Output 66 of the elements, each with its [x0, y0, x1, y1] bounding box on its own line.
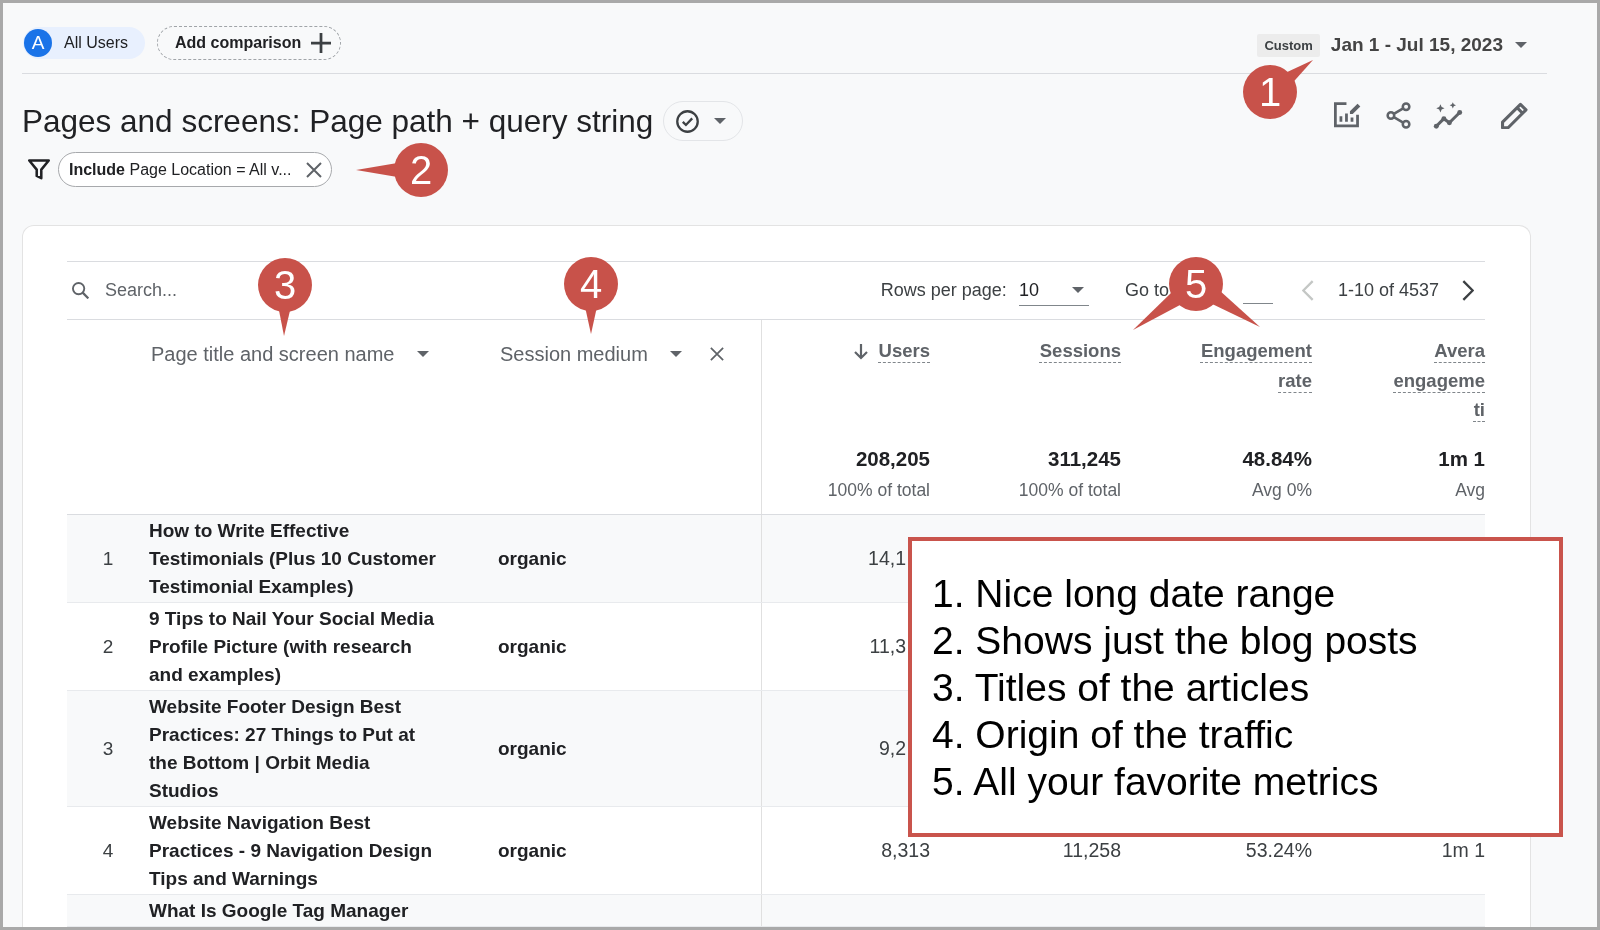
total-note: Avg	[1455, 479, 1485, 502]
table-cell: 53.24%	[1245, 839, 1312, 862]
date-range-button[interactable]: Jan 1 - Jul 15, 2023	[1330, 34, 1527, 56]
annotation-line: 5. All your favorite metrics	[932, 759, 1379, 805]
report-title: Pages and screens: Page path + query string	[22, 102, 654, 141]
search-icon	[72, 282, 89, 299]
table-cell: organic	[498, 839, 567, 862]
search-field[interactable]: Search...	[105, 277, 245, 304]
close-icon[interactable]	[709, 347, 724, 361]
total-value: 311,245	[1048, 446, 1121, 472]
filter-chip[interactable]: Include Page Location = All v...	[58, 152, 332, 187]
total-value: 208,205	[855, 446, 930, 472]
pencil-icon[interactable]	[1501, 102, 1528, 129]
row-number: 3	[102, 737, 114, 760]
table-cell: 14,1	[868, 547, 906, 570]
row-number: 4	[102, 839, 114, 862]
filter-icon	[28, 159, 50, 180]
row-number: 2	[102, 635, 114, 658]
caret-icon	[1071, 287, 1084, 293]
avatar: A	[24, 29, 52, 57]
go-to-label: Go to	[1124, 280, 1169, 301]
table-cell-text: How to Write Effective Testimonials (Plus 10 Customer Testimonial Examples)	[149, 518, 437, 599]
column-header[interactable]: Users	[878, 336, 930, 366]
table-cell-text: Website Footer Design Best Practices: 27 Things to Put at the Bottom | Orbit Media Studios	[149, 694, 417, 803]
column-header[interactable]: Avera engageme ti	[1393, 336, 1485, 425]
table-cell: 9,2	[878, 737, 906, 760]
trend-sparkle-icon[interactable]	[1433, 102, 1463, 129]
total-note: 100% of total	[827, 479, 930, 502]
column-header[interactable]: Page title and screen name	[151, 339, 429, 369]
annotation-line: 1. Nice long date range	[932, 571, 1336, 617]
table-cell: 1m 1	[1441, 839, 1485, 862]
caret-icon	[1515, 42, 1527, 48]
annotation-line: 4. Origin of the traffic	[932, 712, 1294, 758]
caret-icon	[416, 351, 429, 357]
row-number: 1	[102, 547, 114, 570]
rows-per-page-label: Rows per page:	[880, 280, 1007, 301]
annotation-line: 2. Shows just the blog posts	[932, 618, 1418, 664]
rows-per-page-select[interactable]: 10	[1018, 275, 1089, 306]
segment-chip[interactable]: A All Users	[23, 27, 145, 59]
check-circle-icon	[676, 109, 700, 133]
chart-edit-icon[interactable]	[1334, 102, 1361, 129]
page-range: 1-10 of 4537	[1337, 280, 1439, 301]
chevron-right-icon[interactable]	[1462, 280, 1474, 301]
table-cell-text: 9 Tips to Nail Your Social Media Profile Picture (with research and examples)	[149, 606, 436, 687]
close-icon[interactable]	[305, 161, 322, 178]
column-header[interactable]: Engagement rate	[1187, 336, 1312, 395]
total-value: 1m 1	[1438, 446, 1485, 472]
table-cell: organic	[498, 737, 567, 760]
table-cell-text: Website Navigation Best Practices - 9 Navigation Design Tips and Warnings	[149, 810, 433, 891]
total-note: Avg 0%	[1252, 479, 1312, 502]
table-cell: organic	[498, 635, 567, 658]
caret-icon	[669, 351, 682, 357]
total-note: 100% of total	[1018, 479, 1121, 502]
annotation-line: 3. Titles of the articles	[932, 665, 1310, 711]
share-icon[interactable]	[1386, 102, 1411, 129]
table-cell: 8,313	[881, 839, 930, 862]
plus-icon	[311, 33, 332, 53]
table-cell: 11,3	[869, 635, 906, 658]
table-cell: 11,258	[1062, 839, 1121, 862]
column-header[interactable]: Session medium	[500, 339, 682, 369]
date-preset-label: Custom	[1257, 33, 1320, 57]
caret-icon	[714, 118, 727, 124]
table-cell: organic	[498, 547, 567, 570]
total-value: 48.84%	[1242, 446, 1312, 472]
table-cell-text: What Is Google Tag Manager	[149, 898, 410, 923]
column-header[interactable]: Sessions	[1039, 336, 1121, 366]
